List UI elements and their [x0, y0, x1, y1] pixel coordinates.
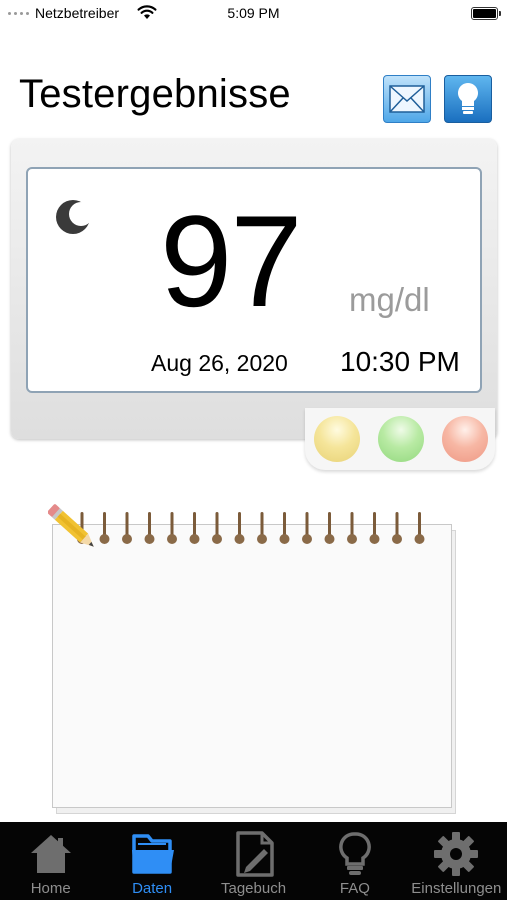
tab-home-label: Home: [30, 880, 71, 897]
reading-time: 10:30 PM: [340, 346, 460, 377]
tab-home[interactable]: Home: [0, 822, 101, 900]
status-time: 5:09 PM: [227, 5, 280, 21]
moon-icon: [56, 200, 93, 234]
spiral-ring: [144, 512, 155, 544]
folder-icon: [132, 834, 175, 874]
email-button[interactable]: [383, 75, 431, 123]
spiral-ring: [392, 512, 402, 544]
spiral-ring: [122, 512, 132, 544]
spiral-ring: [324, 512, 335, 544]
page-title: Testergebnisse: [19, 72, 291, 116]
spiral-ring: [189, 512, 200, 544]
tab-tagebuch[interactable]: Tagebuch: [203, 822, 304, 900]
home-icon: [30, 835, 71, 873]
indicator-yellow[interactable]: [314, 416, 360, 462]
lightbulb-icon: [458, 83, 478, 114]
spiral-ring: [257, 512, 267, 544]
battery-icon: [471, 7, 501, 20]
notes-area[interactable]: [52, 524, 452, 808]
spiral-ring: [234, 512, 245, 544]
spiral-ring: [212, 512, 222, 544]
reading-date: Aug 26, 2020: [151, 350, 288, 376]
gear-icon: [434, 832, 479, 876]
indicator-red[interactable]: [442, 416, 488, 462]
spiral-ring: [347, 512, 357, 544]
tab-faq-label: FAQ: [339, 880, 370, 897]
spiral-ring: [369, 512, 380, 544]
tab-daten-label: Daten: [132, 880, 173, 897]
diary-icon: [235, 831, 274, 877]
spiral-ring: [302, 512, 312, 544]
indicator-green[interactable]: [378, 416, 424, 462]
mail-icon: [389, 85, 425, 113]
spiral-ring: [279, 512, 290, 544]
tab-daten[interactable]: Daten: [101, 822, 202, 900]
spiral-ring: [414, 512, 425, 544]
tab-einstellungen[interactable]: Einstellungen: [406, 822, 507, 900]
glucose-unit: mg/dl: [349, 281, 430, 318]
tab-einstellungen-label: Einstellungen: [411, 880, 502, 897]
glucose-value: 97: [160, 188, 303, 334]
tab-tagebuch-label: Tagebuch: [220, 880, 287, 897]
status-bar: Netzbetreiber 5:09 PM: [0, 0, 507, 28]
spiral-ring: [167, 512, 177, 544]
lightbulb-icon: [339, 832, 371, 875]
tab-bar: Home Daten Tagebuch FAQ Einstellungen: [0, 822, 507, 900]
tips-button[interactable]: [444, 75, 492, 123]
spiral-ring: [99, 512, 110, 544]
spiral-binding: [77, 512, 425, 544]
tab-faq[interactable]: FAQ: [304, 822, 405, 900]
pencil-icon: [48, 504, 94, 547]
